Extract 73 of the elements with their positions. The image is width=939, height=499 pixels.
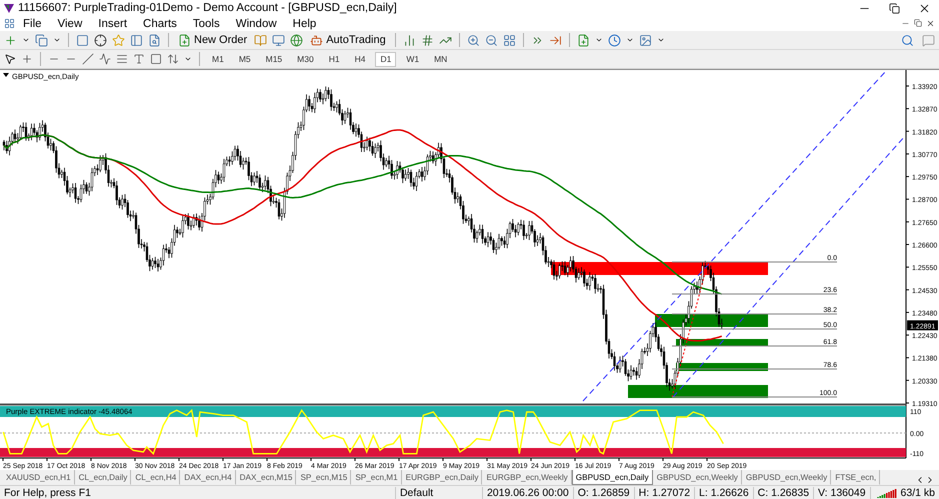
status-time: 2019.06.26 00:00 [482, 486, 573, 498]
status-close: C: 1.26835 [752, 486, 814, 498]
autotrading-button[interactable]: AutoTrading [308, 32, 388, 48]
chart-tab[interactable]: DAX_ecn,M15 [236, 470, 296, 485]
search-icon[interactable] [901, 34, 914, 46]
chart-tab[interactable]: SP_ecn,M15 [296, 470, 352, 485]
logo-icon [4, 3, 14, 13]
chart-tab[interactable]: XAUUSD_ecn,H1 [2, 470, 75, 485]
menu-item[interactable]: Tools [184, 18, 228, 30]
restore-icon[interactable] [914, 19, 922, 27]
chart-tab[interactable]: GBPUSD_ecn,Weekly [652, 470, 742, 485]
caret-icon[interactable] [594, 36, 603, 44]
chart-tab[interactable]: EURGBP_ecn,Daily [402, 470, 482, 485]
caret-icon[interactable] [626, 36, 634, 44]
status-low: L: 1.26626 [694, 486, 753, 498]
timeframe-button[interactable]: M30 [292, 52, 319, 66]
tile-windows-icon[interactable] [502, 34, 516, 46]
caret-icon[interactable] [656, 36, 665, 44]
chart-tab[interactable]: CL_ecn,Daily [74, 470, 132, 485]
chart-window-icon [4, 18, 15, 29]
menu-item[interactable]: View [50, 18, 90, 30]
status-open: O: 1.26859 [572, 486, 634, 498]
text-icon[interactable] [133, 53, 145, 65]
timeframe-button[interactable]: M15 [260, 52, 288, 66]
menu-item[interactable]: Window [228, 18, 285, 30]
caret-icon[interactable] [53, 36, 61, 44]
chart-tab[interactable]: CL_ecn,H4 [131, 470, 180, 485]
timeframe-button[interactable]: W1 [401, 52, 424, 66]
status-volume: V: 136049 [813, 486, 870, 498]
chart-tab[interactable]: SP_ecn,M1 [351, 470, 402, 485]
monitor-icon[interactable] [272, 34, 286, 46]
file-search-icon[interactable] [148, 34, 161, 46]
status-help-text: For Help, press F1 [3, 486, 92, 498]
timeframe-button[interactable]: D1 [375, 52, 396, 66]
menu-item[interactable]: File [15, 18, 50, 30]
status-high: H: 1.27072 [634, 486, 694, 498]
globe-icon[interactable] [290, 34, 304, 46]
timeframe-button[interactable]: MN [429, 52, 452, 66]
document-plus-icon [178, 34, 191, 46]
bar-chart-icon[interactable] [402, 34, 416, 46]
chart-tab[interactable]: DAX_ecn,H4 [180, 470, 236, 485]
cursor-icon[interactable] [4, 53, 16, 65]
status-traffic: 63/1 kb [900, 486, 935, 498]
plus-icon[interactable] [4, 34, 17, 46]
clock-icon[interactable] [608, 34, 621, 46]
timeframe-button[interactable]: H4 [350, 52, 370, 66]
book-icon[interactable] [254, 34, 268, 46]
triangle-icon [3, 73, 9, 77]
window-title: 11156607: PurpleTrading-01Demo - Demo Account - [GBPUSD_ecn,Daily] [18, 2, 398, 14]
restore-icon[interactable] [889, 2, 900, 14]
chart-tab[interactable]: FTSE_ecn, [831, 470, 880, 485]
timeframe-button[interactable]: H1 [324, 52, 345, 66]
menu-item[interactable]: Charts [135, 18, 185, 30]
zoom-out-icon[interactable] [484, 34, 498, 46]
zoom-in-icon[interactable] [466, 34, 480, 46]
timeframe-button[interactable]: M1 [207, 52, 229, 66]
panel-icon[interactable] [130, 34, 143, 46]
status-profile: Default [394, 486, 482, 498]
menu-item[interactable]: Insert [90, 18, 136, 30]
close-icon[interactable] [926, 19, 935, 28]
chart-shift-icon[interactable] [548, 34, 562, 46]
caret-icon[interactable] [184, 55, 192, 63]
crosshair-icon[interactable] [94, 34, 107, 46]
caret-icon[interactable] [22, 36, 30, 44]
arrows-icon[interactable] [167, 53, 179, 65]
new-order-button[interactable]: New Order [176, 32, 250, 48]
robot-icon [310, 34, 324, 46]
chart-tab[interactable]: GBPUSD_ecn,Daily [572, 470, 653, 485]
timeframe-button[interactable]: M5 [234, 52, 256, 66]
trend-line-icon[interactable] [82, 53, 94, 65]
star-icon[interactable] [112, 34, 125, 46]
chart-tab[interactable]: GBPUSD_ecn,Weekly [742, 470, 832, 485]
menu-item[interactable]: Help [284, 18, 324, 30]
